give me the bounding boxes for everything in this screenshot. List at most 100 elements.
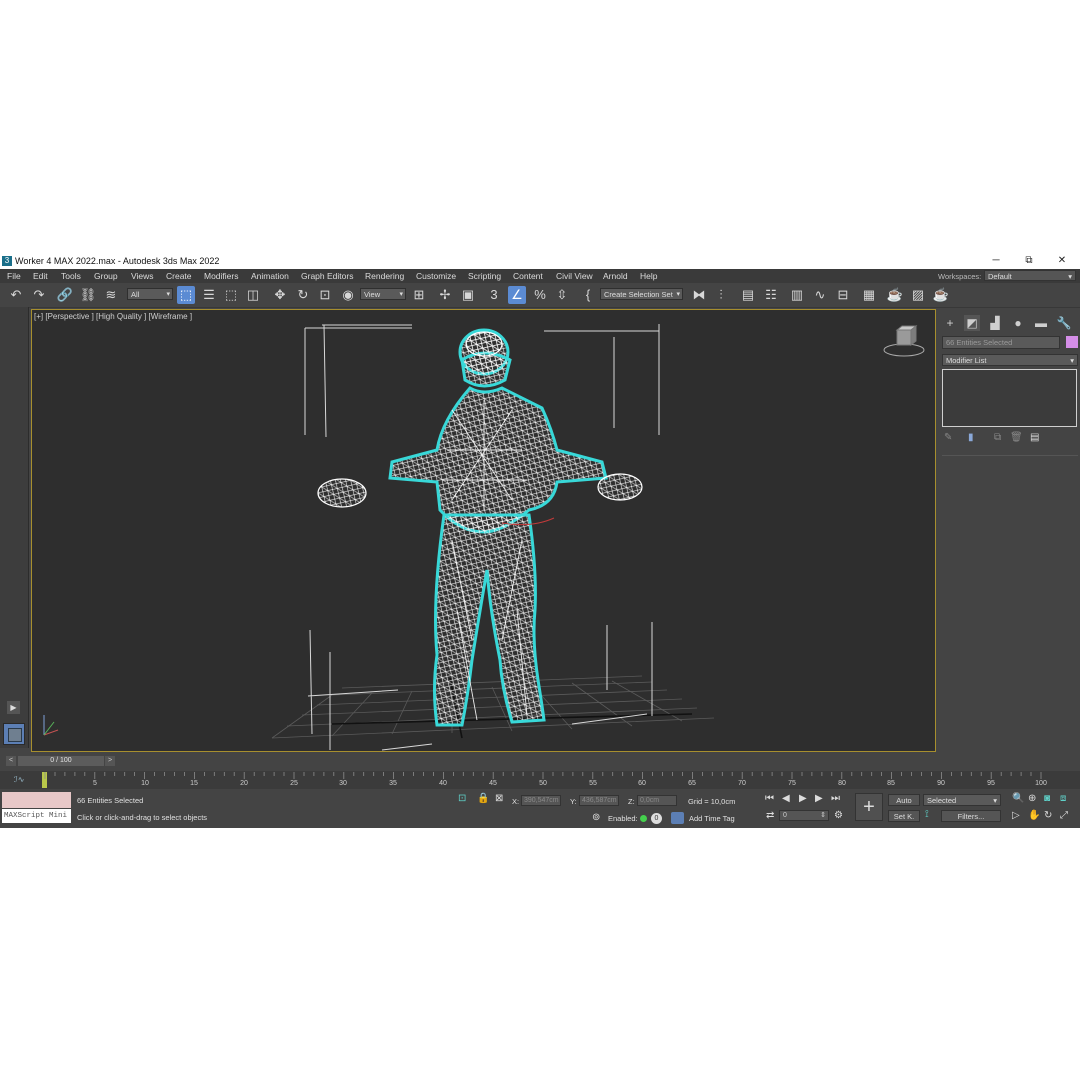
key-mode-toggle-icon[interactable]: ⇄ [766,810,774,821]
modify-tab-icon[interactable]: ◩ [964,315,980,331]
show-end-result-icon[interactable]: ▮ [968,432,974,443]
menu-views[interactable]: Views [131,271,154,281]
snaps-icon[interactable]: 3 [485,286,503,304]
default-in-out-tangents-icon[interactable]: ⟟ [925,809,929,820]
ribbon-icon[interactable]: ▥ [788,286,806,304]
mirror-icon[interactable]: ⧓ [690,286,708,304]
add-time-tag-button[interactable]: Add Time Tag [689,814,735,823]
schematic-view-icon[interactable]: ⊟ [834,286,852,304]
hierarchy-tab-icon[interactable]: ▟ [987,315,1003,331]
object-name-field[interactable]: 66 Entities Selected [942,336,1060,349]
next-frame-icon[interactable]: ▶ [815,793,823,804]
pan-view-icon[interactable]: ✋ [1028,810,1040,821]
modifier-stack[interactable] [942,369,1077,427]
make-unique-icon[interactable]: ⧉ [994,432,1001,443]
go-to-end-icon[interactable]: ⏭ [831,793,840,804]
modifier-list-dropdown[interactable]: Modifier List [942,354,1078,366]
keyboard-shortcut-icon[interactable]: ▣ [459,286,477,304]
time-slider-next-button[interactable]: > [105,756,115,766]
menu-rendering[interactable]: Rendering [365,271,404,281]
key-filter-dropdown[interactable]: Selected [923,794,1001,806]
selection-lock-icon[interactable]: 🔒 [477,793,489,804]
adaptive-degradation-icon[interactable]: ⊚ [592,812,600,823]
viewport-layout-icon[interactable] [3,723,25,745]
maxscript-mini-listener[interactable]: MAXScript Mini [2,809,71,823]
pin-stack-icon[interactable]: ✎ [944,432,952,443]
go-to-start-icon[interactable]: ⏮ [765,793,774,804]
zoom-icon[interactable]: 🔍 [1012,793,1024,804]
play-icon[interactable]: ▶ [799,793,807,804]
auto-key-button[interactable]: Auto [888,794,920,806]
window-crossing-icon[interactable]: ◫ [244,286,262,304]
y-coordinate-field[interactable]: 436,587cm [579,795,619,806]
menu-customize[interactable]: Customize [416,271,456,281]
minimize-button[interactable]: ─ [988,255,1004,267]
x-coordinate-field[interactable]: 390,547cm [521,795,561,806]
undo-icon[interactable]: ↶ [7,286,25,304]
bind-space-warp-icon[interactable]: ≋ [102,286,120,304]
scene-explorer-icon[interactable]: ▤ [739,286,757,304]
rect-selection-icon[interactable]: ⬚ [222,286,240,304]
placement-icon[interactable]: ◉ [339,286,357,304]
perspective-viewport[interactable]: [+] [Perspective ] [High Quality ] [Wire… [31,309,936,752]
create-selection-set-dropdown[interactable]: Create Selection Set [600,288,683,301]
menu-animation[interactable]: Animation [251,271,289,281]
render-icon[interactable]: ☕ [932,286,950,304]
field-of-view-icon[interactable]: ▷ [1012,810,1020,821]
view-cube[interactable] [883,324,925,357]
set-key-button[interactable]: Set K. [888,810,920,822]
layer-explorer-icon[interactable]: ☷ [762,286,780,304]
track-bar[interactable]: ℐ∿ 5 10 15 20 25 30 35 40 45 50 55 60 65… [0,771,1080,789]
orbit-icon[interactable]: ↻ [1044,810,1052,821]
menu-graph-editors[interactable]: Graph Editors [301,271,353,281]
menu-scripting[interactable]: Scripting [468,271,501,281]
restore-button[interactable]: ⧉ [1021,255,1037,267]
menu-file[interactable]: File [7,271,21,281]
workspaces-dropdown[interactable]: Default [984,270,1076,282]
selection-filter-dropdown[interactable]: All [127,288,173,301]
menu-group[interactable]: Group [94,271,118,281]
create-tab-icon[interactable]: + [942,315,958,331]
close-button[interactable]: ✕ [1054,255,1070,267]
time-tag-icon[interactable] [671,812,684,824]
menu-modifiers[interactable]: Modifiers [204,271,238,281]
current-frame-field[interactable]: 0 [779,810,829,821]
menu-arnold[interactable]: Arnold [603,271,628,281]
rotate-icon[interactable]: ↻ [294,286,312,304]
spinner-snap-icon[interactable]: ⇳ [553,286,571,304]
select-object-icon[interactable]: ⬚ [177,286,195,304]
time-slider-prev-button[interactable]: < [6,756,16,766]
redo-icon[interactable]: ↷ [30,286,48,304]
remove-modifier-icon[interactable]: 🗑 [1010,432,1023,443]
link-icon[interactable]: 🔗 [56,286,74,304]
enabled-toggle-icon[interactable]: 0 [651,813,662,824]
curve-editor-icon[interactable]: ∿ [811,286,829,304]
percent-snap-icon[interactable]: % [531,286,549,304]
absolute-mode-icon[interactable]: ⊠ [495,793,503,804]
z-coordinate-field[interactable]: 0,0cm [637,795,677,806]
zoom-all-icon[interactable]: ⊕ [1028,793,1036,804]
angle-snap-icon[interactable]: ∠ [508,286,526,304]
time-configuration-icon[interactable]: ⚙ [834,810,843,821]
unlink-icon[interactable]: ⛓ [79,286,97,304]
align-icon[interactable]: ⫶ [712,286,730,304]
move-icon[interactable]: ✥ [271,286,289,304]
display-tab-icon[interactable]: ▬ [1033,315,1049,331]
previous-frame-icon[interactable]: ◀ [782,793,790,804]
menu-help[interactable]: Help [640,271,657,281]
configure-modifier-sets-icon[interactable]: ▤ [1030,432,1039,443]
menu-civil-view[interactable]: Civil View [556,271,593,281]
menu-create[interactable]: Create [166,271,192,281]
rendered-frame-icon[interactable]: ▨ [909,286,927,304]
maximize-viewport-icon[interactable]: ⤢ [1060,810,1068,821]
isolate-selection-icon[interactable]: ⊡ [458,793,466,804]
utilities-tab-icon[interactable]: 🔧 [1056,315,1072,331]
material-editor-icon[interactable]: ▦ [860,286,878,304]
reference-coord-dropdown[interactable]: View [360,288,406,301]
motion-tab-icon[interactable]: ● [1010,315,1026,331]
select-manipulate-icon[interactable]: ✢ [436,286,454,304]
app-icon[interactable]: 3 [2,256,12,266]
named-selection-icon[interactable]: { [579,286,597,304]
set-key-big-button[interactable]: + [855,793,883,821]
mini-curve-editor-icon[interactable]: ℐ∿ [14,775,24,784]
